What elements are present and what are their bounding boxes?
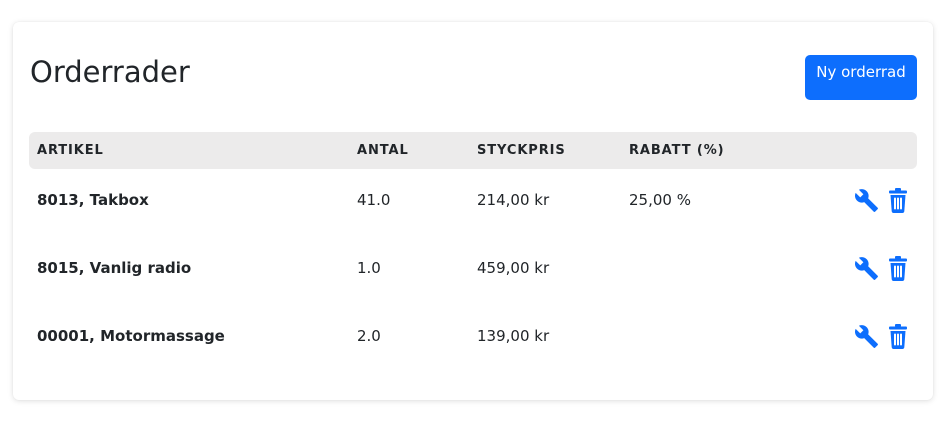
wrench-icon[interactable] bbox=[853, 323, 879, 349]
column-header-discount: RABATT (%) bbox=[629, 143, 725, 158]
trash-icon[interactable] bbox=[885, 323, 911, 349]
cell-article: 8013, Takbox bbox=[37, 191, 149, 209]
column-header-quantity: ANTAL bbox=[357, 143, 409, 158]
wrench-icon[interactable] bbox=[853, 255, 879, 281]
row-actions bbox=[853, 255, 911, 281]
cell-unit-price: 139,00 kr bbox=[477, 327, 550, 345]
table-header: ARTIKEL ANTAL STYCKPRIS RABATT (%) bbox=[29, 132, 917, 169]
trash-icon[interactable] bbox=[885, 187, 911, 213]
row-actions bbox=[853, 187, 911, 213]
table-row: 8015, Vanlig radio 1.0 459,00 kr bbox=[29, 248, 917, 288]
column-header-unit-price: STYCKPRIS bbox=[477, 143, 566, 158]
table-row: 8013, Takbox 41.0 214,00 kr 25,00 % bbox=[29, 180, 917, 220]
wrench-icon[interactable] bbox=[853, 187, 879, 213]
cell-quantity: 1.0 bbox=[357, 259, 381, 277]
table-row: 00001, Motormassage 2.0 139,00 kr bbox=[29, 316, 917, 356]
column-header-article: ARTIKEL bbox=[37, 143, 104, 158]
cell-quantity: 2.0 bbox=[357, 327, 381, 345]
cell-article: 00001, Motormassage bbox=[37, 327, 225, 345]
row-actions bbox=[853, 323, 911, 349]
trash-icon[interactable] bbox=[885, 255, 911, 281]
cell-discount: 25,00 % bbox=[629, 191, 691, 209]
cell-article: 8015, Vanlig radio bbox=[37, 259, 192, 277]
page-title: Orderrader bbox=[30, 55, 190, 89]
new-order-row-button[interactable]: Ny orderrad bbox=[805, 55, 917, 100]
cell-quantity: 41.0 bbox=[357, 191, 391, 209]
order-rows-card: Orderrader Ny orderrad ARTIKEL ANTAL STY… bbox=[13, 22, 933, 400]
cell-unit-price: 459,00 kr bbox=[477, 259, 550, 277]
cell-unit-price: 214,00 kr bbox=[477, 191, 550, 209]
